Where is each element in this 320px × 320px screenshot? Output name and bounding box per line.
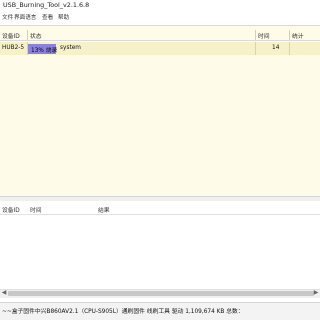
progress-label: 13% 烧录	[31, 48, 58, 54]
menu-file[interactable]: 文件	[2, 13, 13, 21]
col-divider[interactable]	[289, 30, 290, 40]
log-header-result[interactable]: 结果	[98, 205, 110, 214]
window-title: USB_Burning_Tool_v2.1.6.8	[3, 1, 90, 9]
scrollbar-thumb[interactable]	[8, 291, 314, 296]
menu-language[interactable]: 界面语言	[14, 13, 36, 21]
cell-divider	[255, 42, 256, 55]
col-divider[interactable]	[27, 30, 28, 40]
log-header-divider	[0, 214, 320, 215]
col-divider[interactable]	[255, 30, 256, 40]
menu-help[interactable]: 帮助	[58, 13, 69, 21]
col-header-stats[interactable]: 统计	[292, 31, 304, 40]
header-divider	[0, 40, 320, 41]
col-header-device[interactable]: 设备ID	[2, 31, 20, 40]
log-header-device[interactable]: 设备ID	[2, 205, 20, 214]
status-bar-text: ~~盒子固件中兴B860AV2.1（CPU-S905L）通刷固件 线刷工具 驱动…	[2, 309, 244, 315]
arrow-left-icon[interactable]: ◀	[0, 289, 8, 297]
time-cell: 14	[272, 45, 280, 51]
cell-divider	[289, 42, 290, 55]
col-header-status[interactable]: 状态	[30, 31, 42, 40]
status-cell: system	[60, 45, 81, 51]
arrow-right-icon[interactable]: ▶	[312, 289, 320, 297]
log-header-time[interactable]: 时间	[30, 205, 42, 214]
device-id-cell: HUB2-5	[2, 45, 25, 51]
col-header-time[interactable]: 时间	[258, 31, 270, 40]
menu-view[interactable]: 查看	[42, 13, 53, 21]
